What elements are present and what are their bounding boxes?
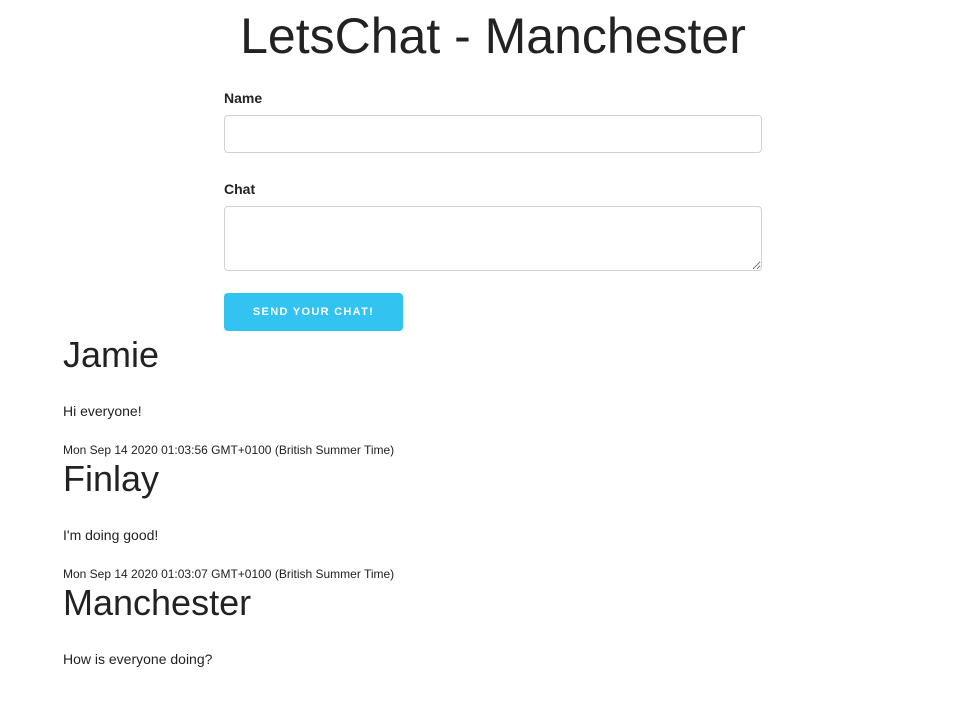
message-author: Manchester <box>63 582 252 623</box>
message-text: How is everyone doing? <box>63 651 213 667</box>
message-list: Jamie Hi everyone! Mon Sep 14 2020 01:03… <box>63 334 923 669</box>
message-item: Finlay I'm doing good! Mon Sep 14 2020 0… <box>63 458 923 582</box>
chat-textarea[interactable] <box>224 206 762 271</box>
name-input[interactable] <box>224 115 762 153</box>
message-item: Jamie Hi everyone! Mon Sep 14 2020 01:03… <box>63 334 923 458</box>
name-label: Name <box>224 90 263 106</box>
chat-label: Chat <box>224 181 256 197</box>
message-author: Jamie <box>63 334 160 375</box>
page: LetsChat - Manchester Name Chat Send you… <box>0 0 968 715</box>
message-timestamp: Mon Sep 14 2020 01:03:07 GMT+0100 (Briti… <box>63 567 395 581</box>
chat-form: Name Chat Send your chat! <box>224 88 762 331</box>
message-text: Hi everyone! <box>63 403 142 419</box>
message-timestamp: Mon Sep 14 2020 01:03:56 GMT+0100 (Briti… <box>63 443 395 457</box>
message-author: Finlay <box>63 458 160 499</box>
message-text: I'm doing good! <box>63 527 159 543</box>
message-item: Manchester How is everyone doing? <box>63 582 923 669</box>
send-chat-button[interactable]: Send your chat! <box>224 293 403 331</box>
page-title: LetsChat - Manchester <box>240 8 746 64</box>
